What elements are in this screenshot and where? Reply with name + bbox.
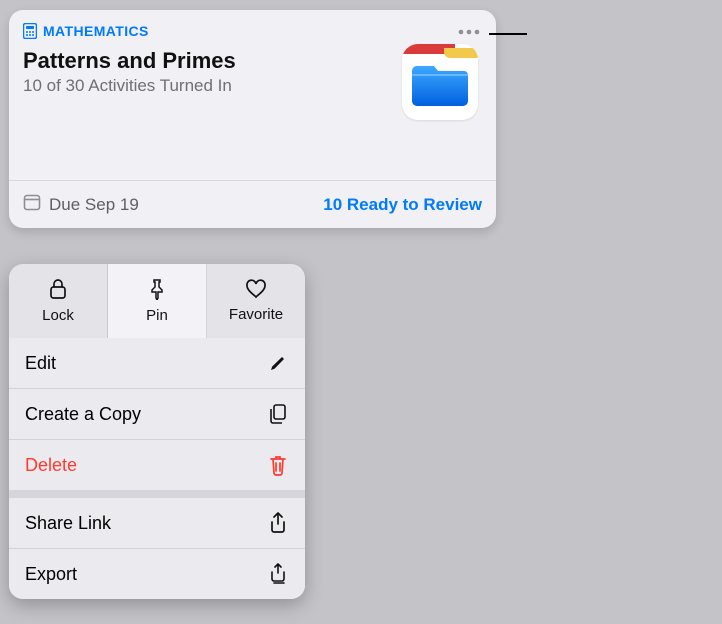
edit-label: Edit — [25, 353, 56, 374]
create-copy-label: Create a Copy — [25, 404, 141, 425]
ellipsis-icon — [458, 22, 480, 40]
trash-icon — [267, 454, 289, 476]
pencil-icon — [267, 352, 289, 374]
menu-list-group-1: Edit Create a Copy Delete — [9, 338, 305, 490]
export-label: Export — [25, 564, 77, 585]
calculator-icon — [23, 23, 37, 39]
folder-icon — [412, 58, 468, 108]
menu-list-group-2: Share Link Export — [9, 498, 305, 599]
create-copy-menu-item[interactable]: Create a Copy — [9, 388, 305, 439]
pin-icon — [147, 278, 167, 304]
context-menu: Lock Pin Favorite Edit Create a Copy — [9, 264, 305, 599]
assignment-subtitle: 10 of 30 Activities Turned In — [23, 76, 236, 96]
pin-button[interactable]: Pin — [108, 264, 207, 338]
subject-text: MATHEMATICS — [43, 23, 149, 39]
card-text: Patterns and Primes 10 of 30 Activities … — [23, 48, 236, 120]
card-header: MATHEMATICS — [9, 10, 496, 46]
edit-menu-item[interactable]: Edit — [9, 338, 305, 388]
share-link-label: Share Link — [25, 513, 111, 534]
delete-label: Delete — [25, 455, 77, 476]
subject-label: MATHEMATICS — [23, 23, 149, 39]
menu-top-row: Lock Pin Favorite — [9, 264, 305, 338]
annotation-line — [489, 33, 527, 35]
card-footer: Due Sep 19 10 Ready to Review — [9, 180, 496, 228]
ready-to-review-link[interactable]: 10 Ready to Review — [323, 195, 482, 215]
favorite-label: Favorite — [229, 306, 283, 323]
assignment-title: Patterns and Primes — [23, 48, 236, 74]
lock-icon — [48, 278, 68, 304]
delete-menu-item[interactable]: Delete — [9, 439, 305, 490]
card-body: Patterns and Primes 10 of 30 Activities … — [9, 46, 496, 120]
due-date-text: Due Sep 19 — [49, 195, 139, 215]
share-icon — [267, 512, 289, 534]
assignment-card: MATHEMATICS Patterns and Primes 10 of 30… — [9, 10, 496, 228]
due-date: Due Sep 19 — [23, 193, 139, 216]
export-menu-item[interactable]: Export — [9, 548, 305, 599]
favorite-button[interactable]: Favorite — [207, 264, 305, 338]
lock-label: Lock — [42, 307, 74, 324]
menu-separator — [9, 490, 305, 498]
lock-button[interactable]: Lock — [9, 264, 108, 338]
more-button[interactable] — [456, 20, 482, 42]
files-app-icon — [402, 44, 478, 120]
calendar-icon — [23, 193, 41, 216]
doc-copy-icon — [267, 403, 289, 425]
export-stack-icon — [267, 563, 289, 585]
heart-icon — [245, 279, 267, 303]
share-link-menu-item[interactable]: Share Link — [9, 498, 305, 548]
pin-label: Pin — [146, 307, 168, 324]
